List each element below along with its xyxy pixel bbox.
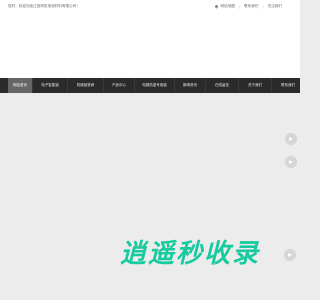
top-link-sitemap-label: 网站地图 [220, 4, 235, 8]
nav-item-smart-lock[interactable]: 电子智能锁 [33, 78, 68, 93]
top-link-follow[interactable]: 关注我们 [264, 4, 286, 9]
nav-item-contact[interactable]: 联系我们 [272, 78, 304, 93]
slider-next-icon[interactable] [284, 249, 296, 261]
nav-item-about[interactable]: 关于我们 [239, 78, 272, 93]
nav-item-products[interactable]: 产品中心 [104, 78, 135, 93]
watermark-logo: 逍遥秒收录 [120, 239, 261, 269]
main-nav: 网站首页 电子智能锁 机械锁铁阀 产品中心 电梯防盗专用锁 新闻资讯 在线留言 … [0, 78, 300, 93]
slider-next-icon[interactable] [285, 156, 297, 168]
nav-item-message[interactable]: 在线留言 [206, 78, 239, 93]
nav-item-mechanical-lock[interactable]: 机械锁铁阀 [68, 78, 104, 93]
site-header [0, 20, 300, 78]
nav-items: 网站首页 电子智能锁 机械锁铁阀 产品中心 电梯防盗专用锁 新闻资讯 在线留言 … [8, 78, 304, 93]
nav-item-home[interactable]: 网站首页 [8, 78, 33, 93]
welcome-text: 您好，欢迎光临江西研发电池材料有限公司！ [8, 4, 80, 8]
map-pin-icon [214, 3, 220, 9]
slider-next-icon[interactable] [285, 133, 297, 145]
top-bar: 您好，欢迎光临江西研发电池材料有限公司！ 网站地图 | 联系我们 | 关注我们 [0, 0, 300, 20]
nav-item-news[interactable]: 新闻资讯 [175, 78, 206, 93]
nav-item-elevator-lock[interactable]: 电梯防盗专用锁 [135, 78, 175, 93]
top-link-sitemap[interactable]: 网站地图 [211, 3, 238, 9]
top-link-contact[interactable]: 联系我们 [240, 4, 262, 9]
top-links: 网站地图 | 联系我们 | 关注我们 [211, 3, 286, 9]
